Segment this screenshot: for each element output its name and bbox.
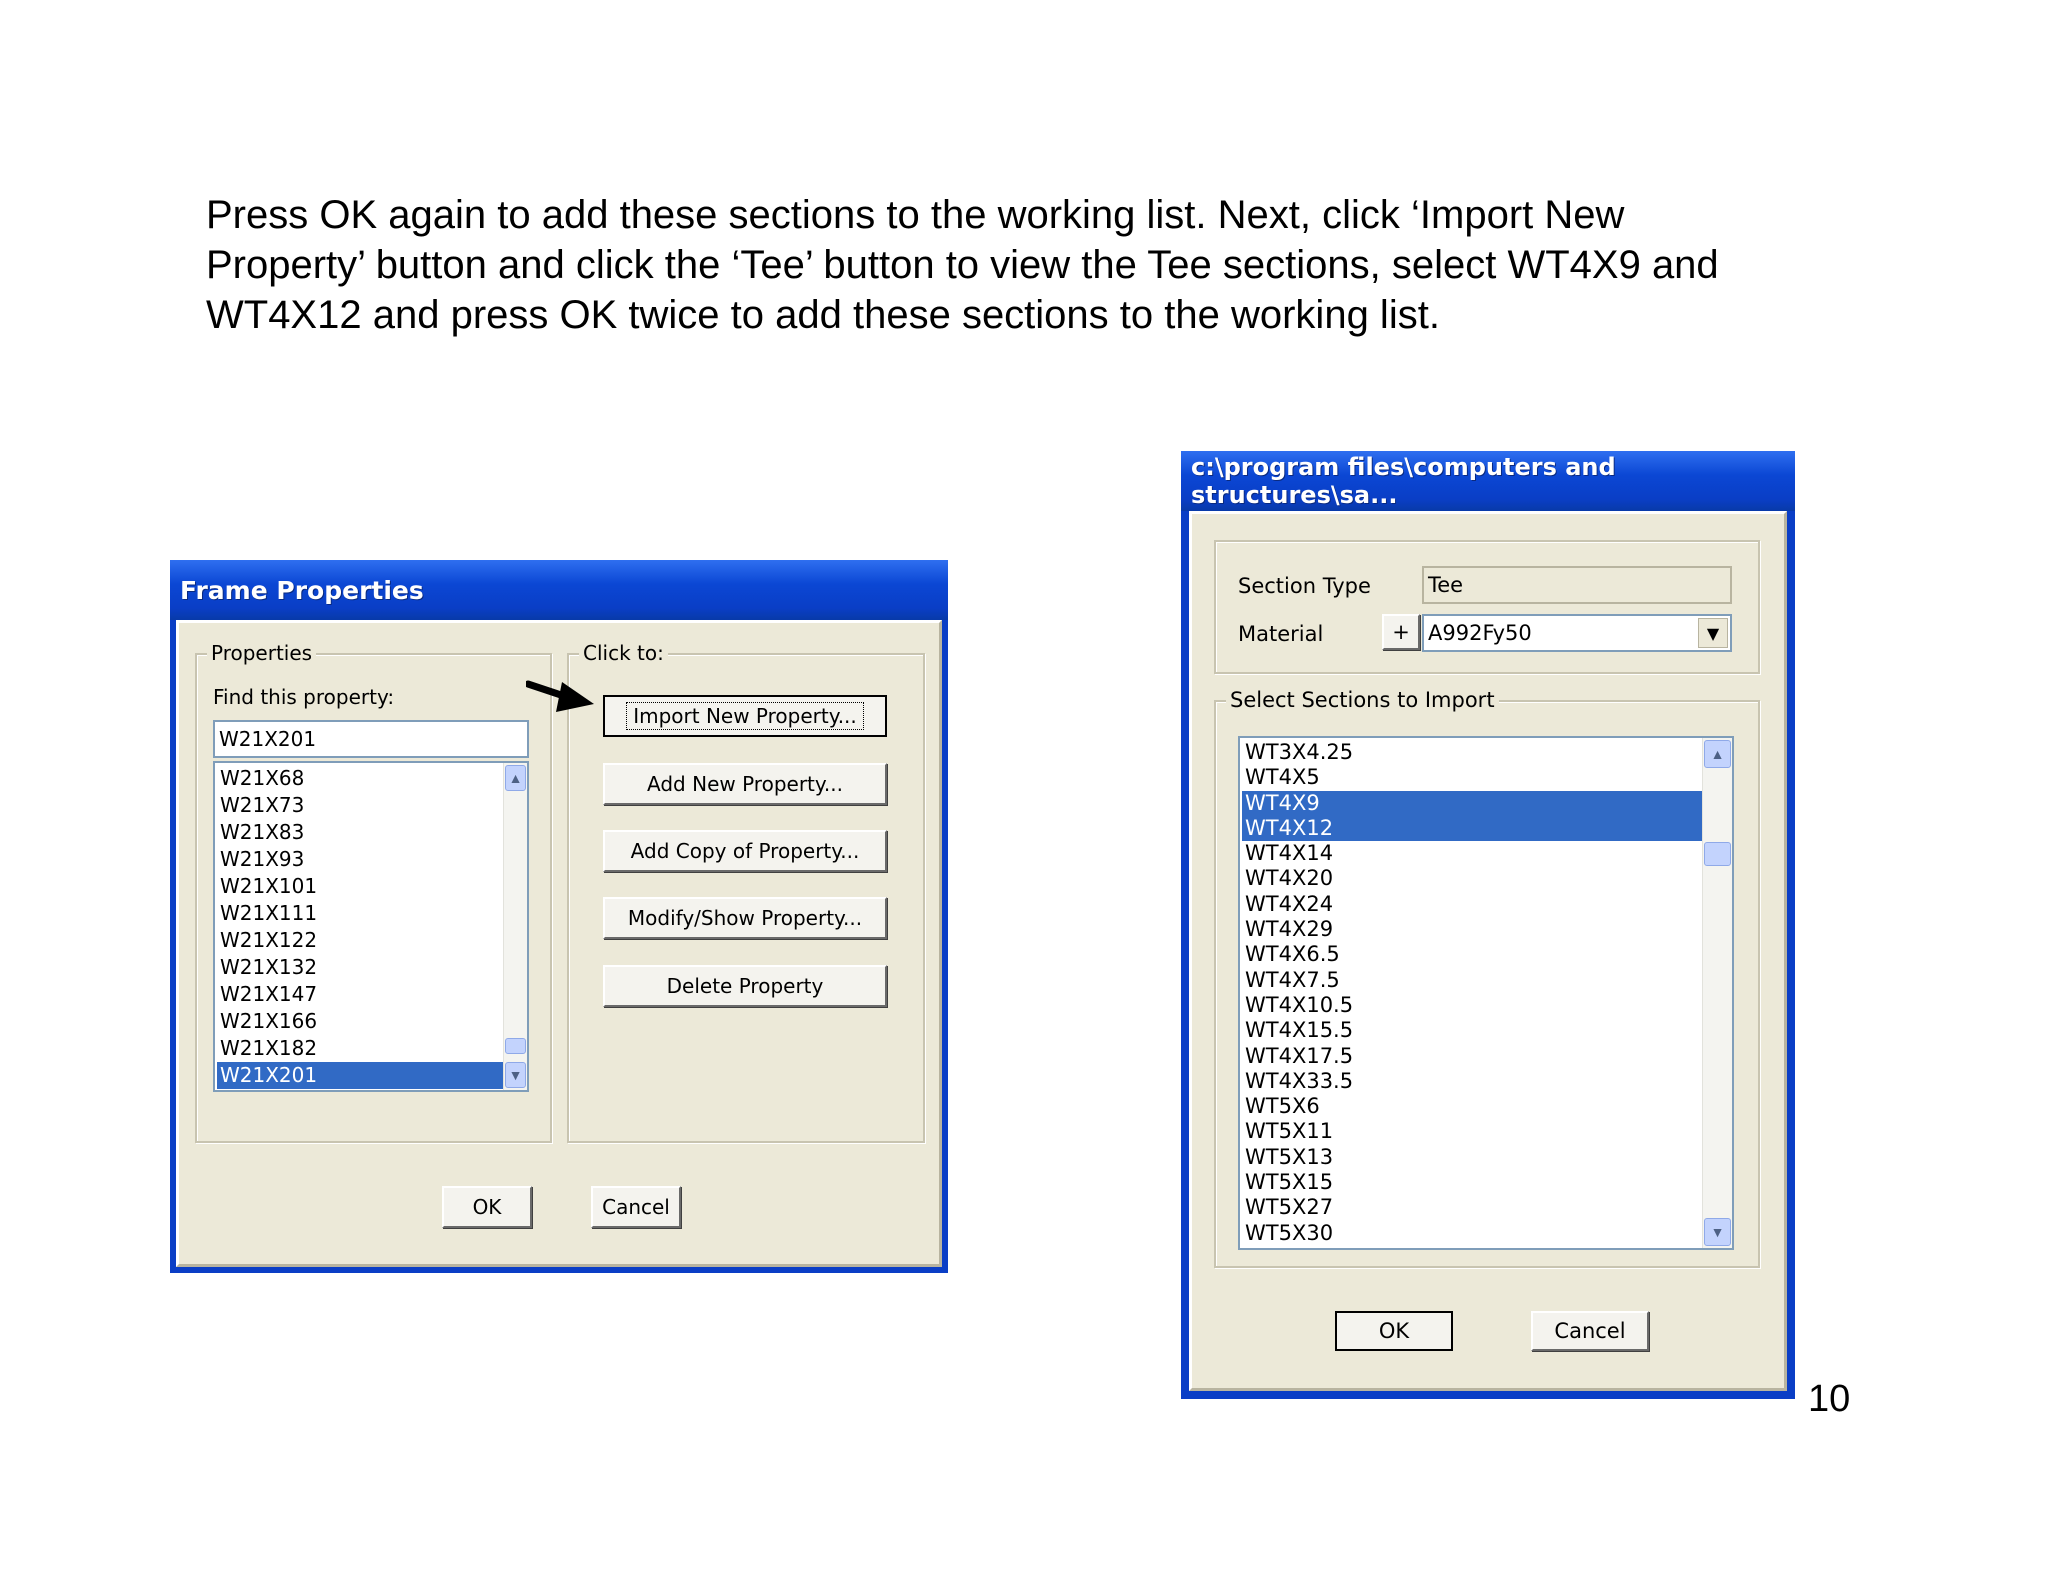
- sections-list-item[interactable]: WT5X6: [1242, 1094, 1702, 1119]
- instruction-line-1: Press OK again to add these sections to …: [206, 193, 1625, 237]
- property-list-items: W21X68 W21X73 W21X83 W21X93 W21X101 W21X111 W2…: [217, 765, 505, 1089]
- section-type-value: Tee: [1428, 573, 1464, 597]
- delete-property-button[interactable]: Delete Property: [603, 965, 887, 1007]
- property-list-item[interactable]: W21X68: [217, 765, 505, 792]
- frame-properties-dialog: Frame Properties Properties Find this pr…: [170, 560, 948, 1273]
- section-type-label: Section Type: [1238, 574, 1371, 598]
- sections-list-item[interactable]: WT5X27: [1242, 1195, 1702, 1220]
- property-list-item[interactable]: W21X182: [217, 1035, 505, 1062]
- sections-list-item[interactable]: WT4X14: [1242, 841, 1702, 866]
- scroll-thumb[interactable]: [505, 1038, 526, 1054]
- sections-list-item[interactable]: WT3X4.25: [1242, 740, 1702, 765]
- property-list-item[interactable]: W21X83: [217, 819, 505, 846]
- sections-list-item[interactable]: WT4X17.5: [1242, 1044, 1702, 1069]
- cancel-button[interactable]: Cancel: [591, 1186, 681, 1228]
- sections-list-item[interactable]: WT5X15: [1242, 1170, 1702, 1195]
- sections-list-scrollbar[interactable]: ▲ ▼: [1702, 738, 1732, 1248]
- import-new-property-label: Import New Property...: [626, 702, 864, 730]
- frame-properties-title: Frame Properties: [180, 575, 424, 605]
- sections-list-item[interactable]: WT4X5: [1242, 765, 1702, 790]
- sections-list-item[interactable]: WT5X11: [1242, 1119, 1702, 1144]
- chevron-down-icon[interactable]: ▼: [1698, 618, 1728, 648]
- property-list-item[interactable]: W21X201: [217, 1062, 505, 1089]
- properties-group-label: Properties: [207, 641, 317, 665]
- sections-list[interactable]: WT3X4.25 WT4X5 WT4X9 WT4X12 WT4X14 WT4X20 WT4X…: [1238, 736, 1734, 1250]
- scroll-thumb[interactable]: [1704, 842, 1731, 866]
- sections-list-item[interactable]: WT5X13: [1242, 1145, 1702, 1170]
- material-select[interactable]: A992Fy50 ▼: [1422, 614, 1732, 652]
- frame-properties-body: Properties Find this property: W21X201 W…: [176, 620, 942, 1267]
- instruction-line-3: WT4X12 and press OK twice to add these s…: [206, 293, 1440, 337]
- material-label: Material: [1238, 622, 1324, 646]
- property-list-item[interactable]: W21X166: [217, 1008, 505, 1035]
- sections-list-item[interactable]: WT4X24: [1242, 892, 1702, 917]
- arrow-pointer-icon: [526, 680, 594, 712]
- find-property-label: Find this property:: [213, 685, 395, 709]
- property-list[interactable]: W21X68 W21X73 W21X83 W21X93 W21X101 W21X111 W2…: [213, 761, 529, 1092]
- scroll-up-icon[interactable]: ▲: [505, 765, 526, 791]
- frame-properties-titlebar[interactable]: Frame Properties: [170, 560, 948, 620]
- property-list-scrollbar[interactable]: ▲ ▼: [503, 763, 527, 1090]
- select-sections-label: Select Sections to Import: [1226, 688, 1499, 712]
- sections-list-item[interactable]: WT4X29: [1242, 917, 1702, 942]
- scroll-down-icon[interactable]: ▼: [1704, 1218, 1731, 1246]
- property-list-item[interactable]: W21X147: [217, 981, 505, 1008]
- import-section-dialog: c:\program files\computers and structure…: [1181, 451, 1795, 1399]
- scroll-up-icon[interactable]: ▲: [1704, 740, 1731, 768]
- instruction-text: Press OK again to add these sections to …: [206, 190, 1906, 340]
- import-new-property-button[interactable]: Import New Property...: [603, 695, 887, 737]
- sections-list-item[interactable]: WT4X7.5: [1242, 968, 1702, 993]
- material-value: A992Fy50: [1428, 621, 1532, 645]
- property-list-item[interactable]: W21X132: [217, 954, 505, 981]
- material-add-button[interactable]: +: [1382, 614, 1420, 650]
- sections-list-item[interactable]: WT4X6.5: [1242, 942, 1702, 967]
- modify-show-property-button[interactable]: Modify/Show Property...: [603, 897, 887, 939]
- property-list-item[interactable]: W21X111: [217, 900, 505, 927]
- add-new-property-button[interactable]: Add New Property...: [603, 763, 887, 805]
- section-info-group: Section Type Tee Material + A992Fy50 ▼: [1214, 540, 1760, 674]
- add-copy-of-property-button[interactable]: Add Copy of Property...: [603, 830, 887, 872]
- import-dialog-titlebar[interactable]: c:\program files\computers and structure…: [1181, 451, 1795, 511]
- instruction-line-2: Property’ button and click the ‘Tee’ but…: [206, 243, 1719, 287]
- find-property-value: W21X201: [219, 727, 317, 751]
- scroll-down-icon[interactable]: ▼: [505, 1062, 526, 1088]
- property-list-item[interactable]: W21X101: [217, 873, 505, 900]
- sections-list-item[interactable]: WT4X20: [1242, 866, 1702, 891]
- ok-button[interactable]: OK: [442, 1186, 532, 1228]
- sections-list-item[interactable]: WT4X9: [1242, 790, 1702, 816]
- sections-list-item[interactable]: WT4X15.5: [1242, 1018, 1702, 1043]
- sections-list-item[interactable]: WT5X30: [1242, 1221, 1702, 1246]
- sections-list-item[interactable]: WT4X33.5: [1242, 1069, 1702, 1094]
- section-type-field: Tee: [1422, 566, 1732, 604]
- select-sections-group: Select Sections to Import WT3X4.25 WT4X5 W…: [1214, 688, 1760, 1268]
- click-to-group: Click to: Import New Property... Add New…: [567, 641, 925, 1143]
- property-list-item[interactable]: W21X93: [217, 846, 505, 873]
- import-dialog-body: Section Type Tee Material + A992Fy50 ▼ S…: [1189, 511, 1787, 1391]
- properties-group: Properties Find this property: W21X201 W…: [195, 641, 552, 1143]
- sections-list-item[interactable]: WT4X10.5: [1242, 993, 1702, 1018]
- property-list-item[interactable]: W21X73: [217, 792, 505, 819]
- click-to-group-label: Click to:: [579, 641, 668, 665]
- find-property-input[interactable]: W21X201: [213, 720, 529, 758]
- import-ok-button[interactable]: OK: [1335, 1311, 1453, 1351]
- page-number: 10: [1808, 1378, 1851, 1420]
- sections-list-item[interactable]: WT4X12: [1242, 815, 1702, 842]
- import-cancel-button[interactable]: Cancel: [1531, 1311, 1649, 1351]
- property-list-item[interactable]: W21X122: [217, 927, 505, 954]
- import-dialog-title: c:\program files\computers and structure…: [1191, 453, 1616, 509]
- sections-list-items: WT3X4.25 WT4X5 WT4X9 WT4X12 WT4X14 WT4X20 WT4X…: [1242, 740, 1702, 1246]
